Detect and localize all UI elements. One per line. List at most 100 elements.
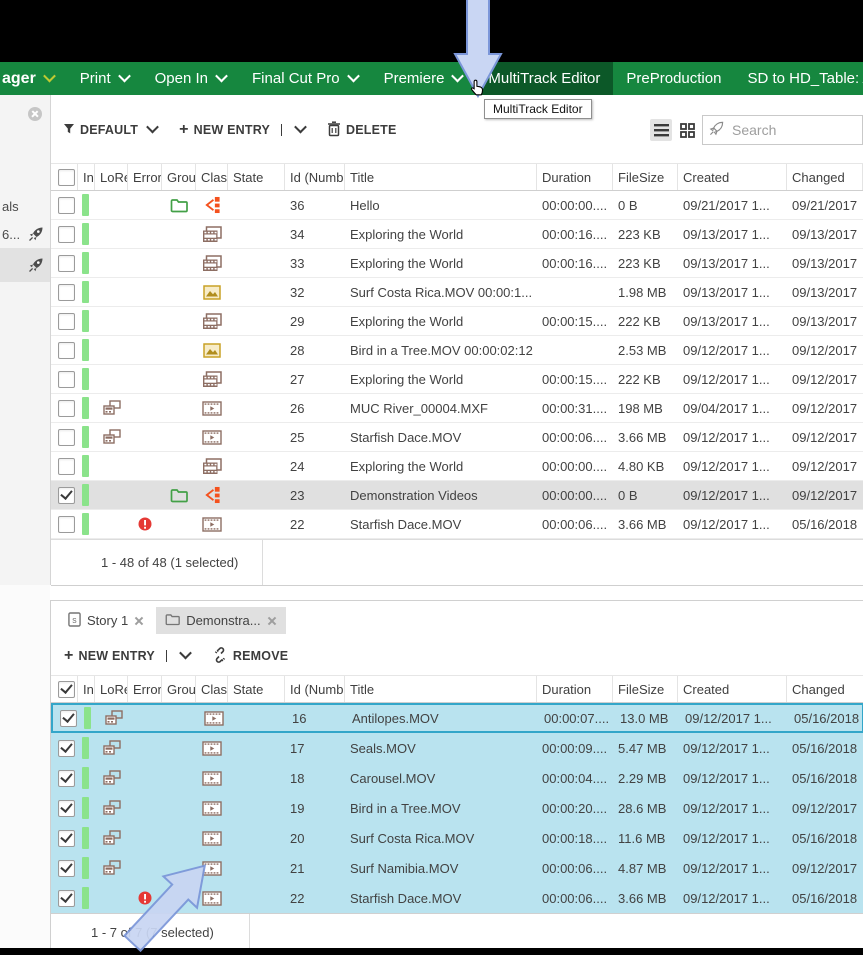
close-icon[interactable] bbox=[267, 616, 277, 626]
menu-item-sd-to-hd-table[interactable]: SD to HD_Table: A-B bbox=[734, 62, 863, 95]
row-checkbox[interactable] bbox=[58, 342, 75, 359]
cell-created: 09/12/2017 1... bbox=[678, 430, 787, 445]
row-checkbox[interactable] bbox=[58, 860, 75, 877]
menu-item-open-in[interactable]: Open In bbox=[142, 62, 239, 95]
column-header-id[interactable]: Id (Numb bbox=[285, 676, 345, 702]
table-row[interactable]: 20 Surf Costa Rica.MOV 00:00:18.... 11.6… bbox=[51, 823, 863, 853]
table-row[interactable]: 33 Exploring the World 00:00:16.... 223 … bbox=[51, 249, 863, 278]
menu-item-preproduction[interactable]: PreProduction bbox=[613, 62, 734, 95]
menu-item-manager[interactable]: ager bbox=[0, 62, 67, 95]
column-header-filesize[interactable]: FileSize bbox=[613, 164, 678, 190]
select-all-checkbox[interactable] bbox=[58, 681, 75, 698]
column-header-class[interactable]: Clas: bbox=[196, 164, 228, 190]
table-row[interactable]: 29 Exploring the World 00:00:15.... 222 … bbox=[51, 307, 863, 336]
list-view-button[interactable] bbox=[650, 119, 672, 141]
row-checkbox[interactable] bbox=[58, 371, 75, 388]
row-checkbox[interactable] bbox=[58, 400, 75, 417]
column-header-created[interactable]: Created bbox=[678, 164, 787, 190]
filter-default-button[interactable]: DEFAULT bbox=[63, 123, 157, 138]
select-all-header[interactable] bbox=[51, 164, 78, 190]
delete-button[interactable]: DELETE bbox=[327, 121, 397, 140]
column-header-in[interactable]: In bbox=[78, 676, 95, 702]
menu-item-print[interactable]: Print bbox=[67, 62, 142, 95]
menu-item-premiere[interactable]: Premiere bbox=[371, 62, 476, 95]
cell-filesize: 2.29 MB bbox=[613, 771, 678, 786]
table-row[interactable]: 32 Surf Costa Rica.MOV 00:00:1... 1.98 M… bbox=[51, 278, 863, 307]
column-header-duration[interactable]: Duration bbox=[537, 676, 613, 702]
table-row[interactable]: 25 Starfish Dace.MOV 00:00:06.... 3.66 M… bbox=[51, 423, 863, 452]
ingest-status-bar bbox=[82, 484, 89, 506]
column-header-title[interactable]: Title bbox=[345, 676, 537, 702]
table-row[interactable]: 16 Antilopes.MOV 00:00:07.... 13.0 MB 09… bbox=[51, 703, 863, 733]
new-entry-button[interactable]: + NEW ENTRY bbox=[179, 122, 305, 138]
column-header-error[interactable]: Error bbox=[128, 676, 162, 702]
close-icon[interactable] bbox=[134, 616, 144, 626]
table-row[interactable]: 17 Seals.MOV 00:00:09.... 5.47 MB 09/12/… bbox=[51, 733, 863, 763]
column-header-state[interactable]: State bbox=[228, 164, 285, 190]
row-checkbox[interactable] bbox=[58, 487, 75, 504]
sequence-icon bbox=[202, 458, 222, 475]
column-header-changed[interactable]: Changed bbox=[787, 676, 863, 702]
row-checkbox[interactable] bbox=[58, 429, 75, 446]
close-icon[interactable] bbox=[28, 107, 42, 121]
select-all-header[interactable] bbox=[51, 676, 78, 702]
row-checkbox[interactable] bbox=[58, 284, 75, 301]
row-checkbox[interactable] bbox=[58, 830, 75, 847]
row-checkbox[interactable] bbox=[58, 800, 75, 817]
column-header-state[interactable]: State bbox=[228, 676, 285, 702]
column-header-class[interactable]: Clas: bbox=[196, 676, 228, 702]
column-header-created[interactable]: Created bbox=[678, 676, 787, 702]
cell-created: 09/21/2017 1... bbox=[678, 198, 787, 213]
column-header-in[interactable]: In bbox=[78, 164, 95, 190]
column-header-group[interactable]: Grou bbox=[162, 676, 196, 702]
cell-filesize: 198 MB bbox=[613, 401, 678, 416]
table-row[interactable]: 22 Starfish Dace.MOV 00:00:06.... 3.66 M… bbox=[51, 883, 863, 913]
table-row[interactable]: 21 Surf Namibia.MOV 00:00:06.... 4.87 MB… bbox=[51, 853, 863, 883]
row-checkbox[interactable] bbox=[58, 313, 75, 330]
row-checkbox[interactable] bbox=[58, 197, 75, 214]
column-header-title[interactable]: Title bbox=[345, 164, 537, 190]
row-checkbox[interactable] bbox=[58, 890, 75, 907]
cell-changed: 09/12/2017 bbox=[787, 861, 863, 876]
column-header-lores[interactable]: LoRe bbox=[95, 164, 128, 190]
sidebar-item[interactable]: als bbox=[0, 192, 50, 220]
cell-filesize: 4.87 MB bbox=[613, 861, 678, 876]
sidebar-item-selected[interactable] bbox=[0, 248, 50, 282]
menu-item-multitrack-editor[interactable]: MultiTrack Editor bbox=[475, 62, 613, 95]
select-all-checkbox[interactable] bbox=[58, 169, 75, 186]
row-checkbox[interactable] bbox=[58, 740, 75, 757]
table-row[interactable]: 18 Carousel.MOV 00:00:04.... 2.29 MB 09/… bbox=[51, 763, 863, 793]
search-input[interactable] bbox=[730, 121, 856, 139]
new-entry-button[interactable]: + NEW ENTRY bbox=[64, 648, 190, 664]
column-header-group[interactable]: Grou bbox=[162, 164, 196, 190]
row-checkbox[interactable] bbox=[58, 770, 75, 787]
table-row[interactable]: 34 Exploring the World 00:00:16.... 223 … bbox=[51, 220, 863, 249]
remove-button[interactable]: REMOVE bbox=[212, 647, 288, 666]
grid-view-button[interactable] bbox=[676, 119, 698, 141]
table-row[interactable]: 22 Starfish Dace.MOV 00:00:06.... 3.66 M… bbox=[51, 510, 863, 539]
table-row[interactable]: 26 MUC River_00004.MXF 00:00:31.... 198 … bbox=[51, 394, 863, 423]
table-row[interactable]: 19 Bird in a Tree.MOV 00:00:20.... 28.6 … bbox=[51, 793, 863, 823]
column-header-filesize[interactable]: FileSize bbox=[613, 676, 678, 702]
table-row[interactable]: 36 Hello 00:00:00.... 0 B 09/21/2017 1..… bbox=[51, 191, 863, 220]
table-row[interactable]: 24 Exploring the World 00:00:00.... 4.80… bbox=[51, 452, 863, 481]
column-header-error[interactable]: Error bbox=[128, 164, 162, 190]
row-checkbox[interactable] bbox=[58, 226, 75, 243]
column-header-duration[interactable]: Duration bbox=[537, 164, 613, 190]
cell-created: 09/13/2017 1... bbox=[678, 285, 787, 300]
table-row[interactable]: 27 Exploring the World 00:00:15.... 222 … bbox=[51, 365, 863, 394]
column-header-id[interactable]: Id (Numb bbox=[285, 164, 345, 190]
column-header-changed[interactable]: Changed bbox=[787, 164, 863, 190]
row-checkbox[interactable] bbox=[58, 516, 75, 533]
row-checkbox[interactable] bbox=[58, 255, 75, 272]
column-header-lores[interactable]: LoRe bbox=[95, 676, 128, 702]
tab-story-1[interactable]: s Story 1 bbox=[59, 607, 153, 634]
table-row[interactable]: 28 Bird in a Tree.MOV 00:00:02:12 2.53 M… bbox=[51, 336, 863, 365]
table-row[interactable]: 23 Demonstration Videos 00:00:00.... 0 B… bbox=[51, 481, 863, 510]
row-checkbox[interactable] bbox=[58, 458, 75, 475]
tab-demonstration[interactable]: Demonstra... bbox=[156, 607, 285, 634]
cell-changed: 05/16/2018 bbox=[787, 891, 863, 906]
sidebar-item[interactable]: 6... bbox=[0, 220, 50, 248]
menu-item-final-cut-pro[interactable]: Final Cut Pro bbox=[239, 62, 371, 95]
row-checkbox[interactable] bbox=[60, 710, 77, 727]
